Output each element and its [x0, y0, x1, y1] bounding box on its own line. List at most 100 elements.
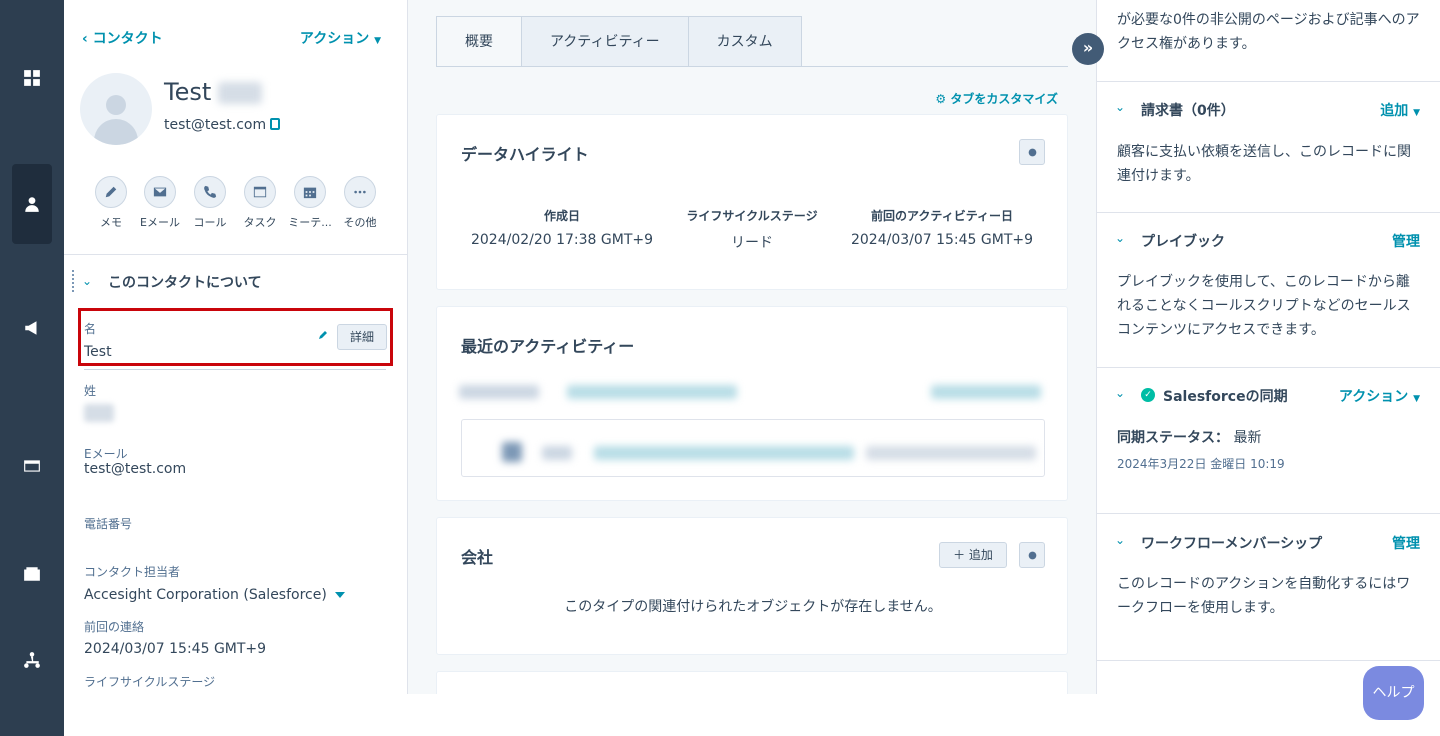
first-name-label: 名 [84, 322, 97, 336]
sync-status-value: 最新 [1233, 430, 1262, 446]
check-circle-icon: ✓ [1141, 388, 1155, 402]
data-highlights-title: データハイライト [461, 145, 589, 164]
about-section-title[interactable]: このコンタクトについて [108, 272, 262, 292]
invoices-add-link[interactable]: 追加 ▼ [1380, 100, 1420, 120]
copy-icon[interactable] [270, 118, 280, 130]
note-label: メモ [100, 216, 122, 229]
salesforce-actions-link[interactable]: アクション ▼ [1339, 386, 1420, 406]
marketing-icon[interactable] [12, 288, 52, 368]
back-to-contacts-link[interactable]: ‹ コンタクト [82, 28, 163, 48]
empty-message: このタイプの関連付けられたオブジェクトが存在しません。 [564, 599, 942, 615]
task-icon [244, 176, 276, 208]
edit-icon [95, 176, 127, 208]
phone-field-label[interactable]: 電話番号 [84, 515, 132, 532]
contact-email[interactable]: test@test.com [164, 117, 266, 133]
org-icon[interactable] [12, 620, 52, 700]
meeting-button[interactable]: ミーテ... [285, 176, 335, 230]
email-field-value[interactable]: test@test.com [84, 461, 186, 477]
chevron-down-icon[interactable]: ⌄ [82, 274, 92, 288]
section-divider [64, 254, 407, 255]
gear-icon[interactable] [1019, 139, 1045, 165]
chevron-down-icon[interactable]: ⌄ [1115, 100, 1125, 114]
playbook-title[interactable]: プレイブック [1141, 231, 1225, 251]
mail-icon [144, 176, 176, 208]
caret-down-icon [334, 592, 345, 598]
blurred-content [502, 442, 522, 462]
add-company-button[interactable]: ＋ 追加 [939, 542, 1007, 568]
access-text: が必要な0件の非公開のページおよび記事へのアクセス権があります。 [1117, 12, 1420, 52]
right-sidebar: が必要な0件の非公開のページおよび記事へのアクセス権があります。 ⌄ 請求書（0… [1096, 0, 1440, 694]
calendar-icon [294, 176, 326, 208]
last-activity-highlight: 前回のアクティビティー日 2024/03/07 15:45 GMT+9 [847, 207, 1037, 248]
last-name-label: 姓 [84, 384, 97, 398]
company-title: 会社 [461, 548, 494, 567]
tab-custom[interactable]: カスタム [687, 16, 802, 67]
company-card: 会社 ＋ 追加 このタイプの関連付けられたオブジェクトが存在しません。 [436, 517, 1068, 655]
email-button[interactable]: Eメール [135, 176, 185, 230]
more-button[interactable]: その他 [335, 176, 385, 230]
blurred-content [567, 385, 737, 399]
chevron-down-icon[interactable]: ⌄ [1115, 231, 1125, 245]
lifecycle-field-label: ライフサイクルステージ [84, 675, 216, 689]
blurred-content [594, 446, 854, 460]
blurred-last-name-value[interactable] [84, 404, 114, 422]
recent-activity-card: 最近のアクティビティー [436, 306, 1068, 501]
actions-dropdown[interactable]: アクション ▼ [300, 28, 381, 48]
blurred-content [931, 385, 1041, 399]
playbook-manage-link[interactable]: 管理 [1392, 231, 1420, 251]
meeting-label: ミーテ... [288, 216, 332, 229]
contacts-icon[interactable] [12, 164, 52, 244]
last-activity-value: 2024/03/07 15:45 GMT+9 [850, 232, 1034, 248]
owner-field-value[interactable]: Accesight Corporation (Salesforce) [84, 587, 345, 603]
drag-handle-icon[interactable] [72, 270, 76, 292]
last-contacted-label: 前回の連絡 [84, 620, 145, 634]
details-button[interactable]: 詳細 [337, 324, 387, 350]
tab-overview[interactable]: 概要 [436, 16, 522, 67]
lifecycle-label: ライフサイクルステージ [686, 209, 818, 223]
bottom-strip [64, 694, 1440, 736]
chevron-down-icon[interactable]: ⌄ [1115, 533, 1125, 547]
workflow-manage-link[interactable]: 管理 [1392, 533, 1420, 553]
invoices-title[interactable]: 請求書（0件） [1141, 100, 1235, 120]
activity-item[interactable] [461, 419, 1045, 477]
customize-tabs-link[interactable]: ⚙ タブをカスタマイズ [935, 90, 1058, 107]
sales-icon[interactable] [12, 426, 52, 506]
note-button[interactable]: メモ [86, 176, 136, 230]
phone-icon [194, 176, 226, 208]
lifecycle-value: リード [731, 235, 773, 251]
call-button[interactable]: コール [185, 176, 235, 230]
blurred-content [542, 446, 572, 460]
main-content: 概要 アクティビティー カスタム ⚙ タブをカスタマイズ データハイライト 作成… [408, 0, 1096, 694]
task-button[interactable]: タスク [235, 176, 285, 230]
salesforce-sync-title[interactable]: Salesforceの同期 [1163, 386, 1288, 406]
actions-label: アクション [299, 31, 370, 47]
owner-field-label: コンタクト担当者 [84, 565, 181, 579]
created-date-label: 作成日 [543, 209, 580, 223]
tab-activity[interactable]: アクティビティー [521, 16, 689, 67]
contact-name[interactable]: Test [164, 78, 211, 106]
divider [1097, 81, 1440, 82]
first-name-value[interactable]: Test [84, 344, 112, 360]
pencil-icon[interactable] [318, 330, 328, 340]
avatar[interactable] [80, 73, 152, 145]
chevron-down-icon[interactable]: ⌄ [1115, 386, 1125, 400]
dashboard-icon[interactable] [12, 38, 52, 118]
customize-label: タブをカスタマイズ [950, 92, 1058, 106]
sync-timestamp: 2024年3月22日 金曜日 10:19 [1117, 457, 1285, 471]
workflow-title[interactable]: ワークフローメンバーシップ [1141, 533, 1322, 553]
last-contacted-value: 2024/03/07 15:45 GMT+9 [84, 641, 267, 657]
tabs-divider [436, 66, 1068, 67]
field-underline [84, 369, 386, 370]
back-label: コンタクト [92, 31, 163, 47]
contact-sidebar: ‹ コンタクト アクション ▼ Test test@test.com メモ Eメ… [64, 0, 408, 694]
divider [1097, 367, 1440, 368]
wallet-icon[interactable] [12, 534, 52, 614]
blurred-last-name [218, 82, 262, 104]
gear-icon[interactable] [1019, 542, 1045, 568]
help-button[interactable]: ヘルプ [1363, 666, 1424, 720]
data-highlights-card: データハイライト 作成日 2024/02/20 17:38 GMT+9 ライフサ… [436, 114, 1068, 290]
created-date-highlight: 作成日 2024/02/20 17:38 GMT+9 [467, 207, 657, 248]
recent-activity-title: 最近のアクティビティー [461, 337, 635, 356]
collapse-sidebar-button[interactable]: » [1072, 33, 1104, 65]
main-nav [0, 0, 64, 736]
